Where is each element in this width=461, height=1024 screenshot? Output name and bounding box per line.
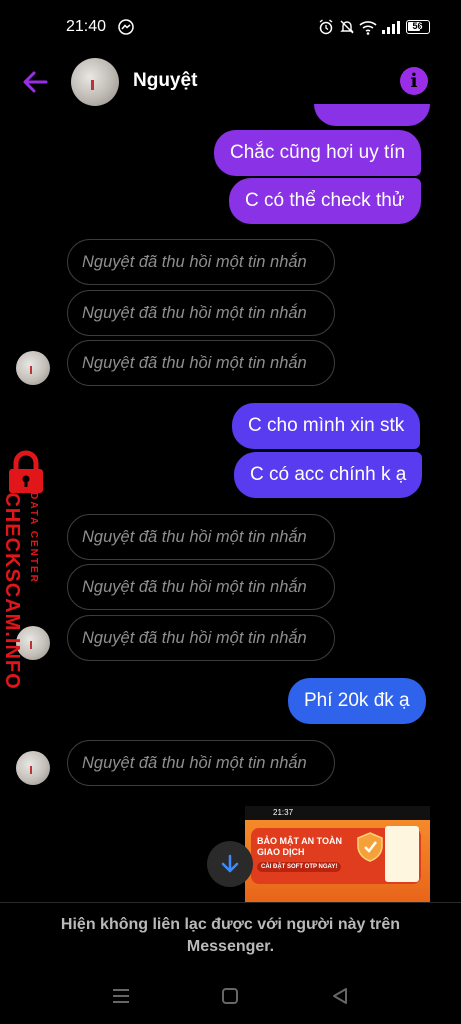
contact-avatar-small[interactable] [16, 751, 50, 785]
battery-level: 56 [412, 21, 423, 31]
sent-message-bubble[interactable]: C có acc chính k ạ [234, 452, 423, 498]
attachment-status-time: 21:37 [273, 808, 294, 817]
recalled-message-text: Nguyệt đã thu hồi một tin nhắn [82, 629, 307, 647]
wifi-icon [359, 21, 377, 35]
system-navigation-bar [0, 975, 461, 1020]
message-text: Phí 20k đk ạ [304, 690, 410, 711]
back-nav-icon[interactable] [330, 986, 350, 1006]
sent-message-bubble[interactable]: C cho mình xin stk [232, 403, 421, 449]
shield-icon [357, 832, 383, 862]
recalled-message[interactable]: Nguyệt đã thu hồi một tin nhắn [67, 740, 335, 786]
unavailable-notice: Hiện không liên lạc được với người này t… [60, 916, 401, 955]
alarm-icon [319, 19, 333, 35]
sent-message-bubble[interactable]: Phí 20k đk ạ [288, 678, 426, 724]
back-button[interactable] [18, 64, 54, 100]
back-arrow-icon [23, 71, 48, 93]
recalled-message-text: Nguyệt đã thu hồi một tin nhắn [82, 354, 307, 372]
sent-message-bubble[interactable]: C có thể check thử [229, 178, 421, 224]
message-text: C cho mình xin stk [248, 415, 405, 436]
checkscam-watermark: CHECKSCAM.INFO DATA CENTER [0, 450, 50, 690]
recalled-message[interactable]: Nguyệt đã thu hồi một tin nhắn [67, 239, 335, 285]
message-text: C có thể check thử [245, 190, 405, 211]
recalled-message-text: Nguyệt đã thu hồi một tin nhắn [82, 253, 307, 271]
recalled-message[interactable]: Nguyệt đã thu hồi một tin nhắn [67, 340, 335, 386]
info-button[interactable]: i [400, 67, 428, 95]
recalled-message[interactable]: Nguyệt đã thu hồi một tin nhắn [67, 564, 335, 610]
contact-name[interactable]: Nguyệt [133, 70, 197, 92]
recent-apps-icon[interactable] [111, 987, 131, 1005]
divider [0, 902, 461, 903]
recalled-message-text: Nguyệt đã thu hồi một tin nhắn [82, 578, 307, 596]
message-text: C có acc chính k ạ [250, 464, 407, 485]
recalled-message[interactable]: Nguyệt đã thu hồi một tin nhắn [67, 615, 335, 661]
sent-message-bubble[interactable]: Chắc cũng hơi uy tín [214, 130, 422, 176]
signal-icon [382, 21, 400, 34]
battery-icon: 56 [406, 20, 430, 34]
scroll-to-bottom-button[interactable] [207, 841, 253, 887]
status-time: 21:40 [66, 18, 107, 35]
recalled-message-text: Nguyệt đã thu hồi một tin nhắn [82, 754, 307, 772]
home-icon[interactable] [221, 987, 239, 1005]
messenger-notification-icon [118, 19, 134, 35]
recalled-message-text: Nguyệt đã thu hồi một tin nhắn [82, 304, 307, 322]
image-attachment[interactable]: 21:37 BẢO MẬT AN TOÀN GIAO DỊCH CÀI ĐẶT … [245, 806, 430, 902]
padlock-icon [9, 450, 43, 493]
message-text: Chắc cũng hơi uy tín [230, 142, 406, 163]
contact-avatar-small[interactable] [16, 351, 50, 385]
banner-title-line2: GIAO DỊCH [257, 847, 305, 857]
banner-cta: CÀI ĐẶT SOFT OTP NGAY! [257, 862, 342, 872]
banner-title-line1: BẢO MẬT AN TOÀN [257, 836, 342, 846]
watermark-brand: CHECKSCAM.INFO [1, 492, 23, 690]
recalled-message-text: Nguyệt đã thu hồi một tin nhắn [82, 528, 307, 546]
mute-bell-icon [340, 20, 354, 34]
info-icon: i [410, 70, 418, 92]
previous-message-bubble-edge[interactable] [314, 104, 430, 126]
recalled-message[interactable]: Nguyệt đã thu hồi một tin nhắn [67, 514, 335, 560]
recalled-message[interactable]: Nguyệt đã thu hồi một tin nhắn [67, 290, 335, 336]
watermark-tagline: DATA CENTER [28, 492, 39, 584]
arrow-down-icon [221, 854, 239, 873]
status-bar: 21:40 56 [0, 0, 461, 56]
contact-avatar[interactable] [71, 58, 119, 106]
